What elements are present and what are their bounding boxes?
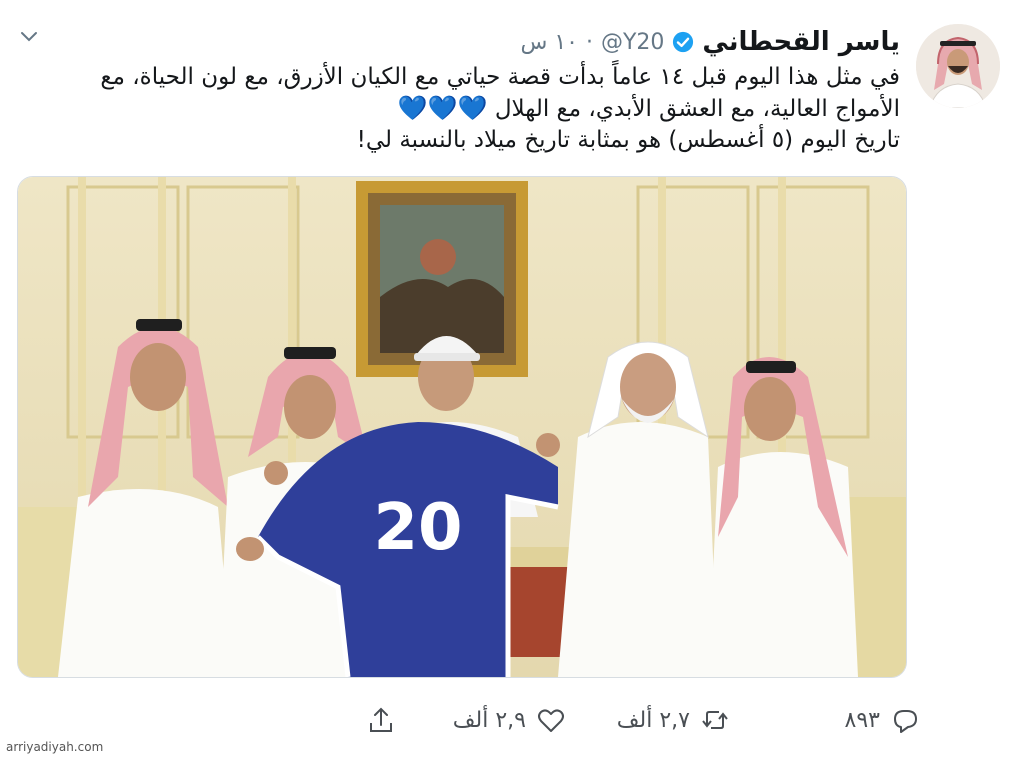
reply-icon <box>894 710 917 733</box>
like-button[interactable]: ٢,٩ ألف <box>453 705 566 735</box>
separator-dot: · <box>585 29 593 55</box>
display-name[interactable]: ياسر القحطاني <box>702 27 900 57</box>
reply-button[interactable]: ٨٩٣ <box>845 705 920 735</box>
tweet-text-line: في مثل هذا اليوم قبل ١٤ عاماً بدأت قصة ح… <box>100 64 900 90</box>
tweet-text-line: تاريخ اليوم (٥ أغسطس) هو بمثابة تاريخ مي… <box>356 127 900 153</box>
tweet-timestamp[interactable]: ١٠ س <box>520 30 578 55</box>
share-icon <box>370 707 392 732</box>
avatar[interactable] <box>916 24 1000 108</box>
tweet-text-fragment: الأمواج العالية، مع العشق الأبدي، مع اله… <box>494 96 900 122</box>
like-icon <box>538 709 564 732</box>
like-count: ٢,٩ ألف <box>452 707 526 733</box>
blue-heart-icons: 💙💙💙 <box>397 94 488 122</box>
tweet-header: ياسر القحطاني @Y20 · ١٠ س <box>520 24 900 60</box>
reply-count: ٨٩٣ <box>844 707 880 733</box>
retweet-button[interactable]: ٢,٧ ألف <box>617 705 730 735</box>
tweet-text: في مثل هذا اليوم قبل ١٤ عاماً بدأت قصة ح… <box>20 62 900 156</box>
tweet-actions: ٨٩٣ ٢,٧ ألف ٢,٩ ألف <box>360 700 920 740</box>
retweet-icon <box>702 711 728 729</box>
verified-icon <box>673 31 694 53</box>
tweet-text-line: الأمواج العالية، مع العشق الأبدي، مع اله… <box>20 93 900 125</box>
jersey-number: 20 <box>373 491 462 565</box>
tweet-card: ياسر القحطاني @Y20 · ١٠ س في مثل هذا الي… <box>0 0 1024 758</box>
watermark: arriyadiyah.com <box>6 740 104 754</box>
chevron-down-icon[interactable] <box>20 30 38 44</box>
share-button[interactable] <box>366 705 396 735</box>
tweet-photo[interactable]: 20 <box>17 176 907 678</box>
retweet-count: ٢,٧ ألف <box>616 707 690 733</box>
user-handle[interactable]: @Y20 <box>601 30 664 55</box>
